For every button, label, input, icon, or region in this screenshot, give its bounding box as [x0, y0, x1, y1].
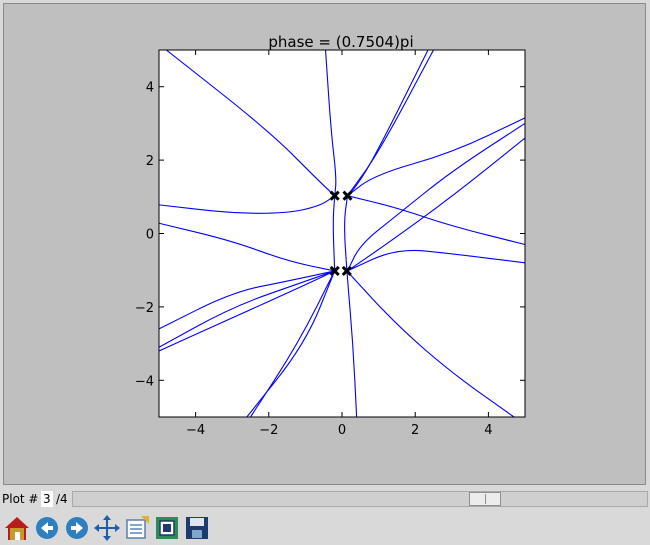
y-tick-label-4: −2 [135, 301, 154, 316]
figure-window: phase = (0.7504)pi −4 −2 0 2 4 4 2 0 −2 −4 [0, 0, 650, 489]
pan-move-glyph [94, 515, 120, 541]
save-disk-shutter [192, 530, 202, 538]
plot-total-label: /4 [56, 492, 68, 506]
x-tick-label-3: 0 [338, 423, 346, 438]
x-tick-label-1: −4 [186, 423, 205, 438]
x-tick-label-5: 4 [484, 423, 492, 438]
zoom-rect-icon[interactable] [153, 514, 181, 542]
save-disk-icon[interactable] [183, 514, 211, 542]
plot-title: phase = (0.7504)pi [268, 33, 413, 51]
plot-slider-thumb[interactable] [469, 492, 501, 506]
plot-number-input[interactable] [41, 491, 53, 507]
back-arrow-icon[interactable] [33, 514, 61, 542]
home-door [15, 532, 20, 540]
y-tick-label-1: 4 [146, 81, 154, 96]
zoom-rect-core [163, 524, 171, 532]
plot-navigation-row: Plot # /4 [0, 490, 650, 510]
x-tick-label-2: −2 [259, 423, 278, 438]
slider-grip [485, 494, 486, 504]
figure-canvas: phase = (0.7504)pi −4 −2 0 2 4 4 2 0 −2 −4 [3, 3, 646, 485]
y-tick-label-3: 0 [146, 228, 154, 243]
home-icon[interactable] [3, 514, 31, 542]
configure-subplots-icon[interactable] [123, 514, 151, 542]
plot-number-label: Plot # [2, 492, 39, 506]
subplots-line-1 [130, 524, 142, 526]
plot-toolbar [0, 512, 650, 545]
y-tick-label-5: −4 [135, 374, 154, 389]
y-tick-label-2: 2 [146, 154, 154, 169]
forward-arrow-icon[interactable] [63, 514, 91, 542]
plot-svg: phase = (0.7504)pi −4 −2 0 2 4 4 2 0 −2 −4 [135, 33, 526, 438]
subplots-line-3 [130, 532, 142, 534]
subplots-line-2 [130, 528, 142, 530]
plot-slider[interactable] [72, 491, 648, 507]
x-tick-label-4: 2 [411, 423, 419, 438]
save-disk-label [190, 518, 204, 526]
plot-axes-background [159, 50, 525, 417]
pan-move-icon[interactable] [93, 514, 121, 542]
